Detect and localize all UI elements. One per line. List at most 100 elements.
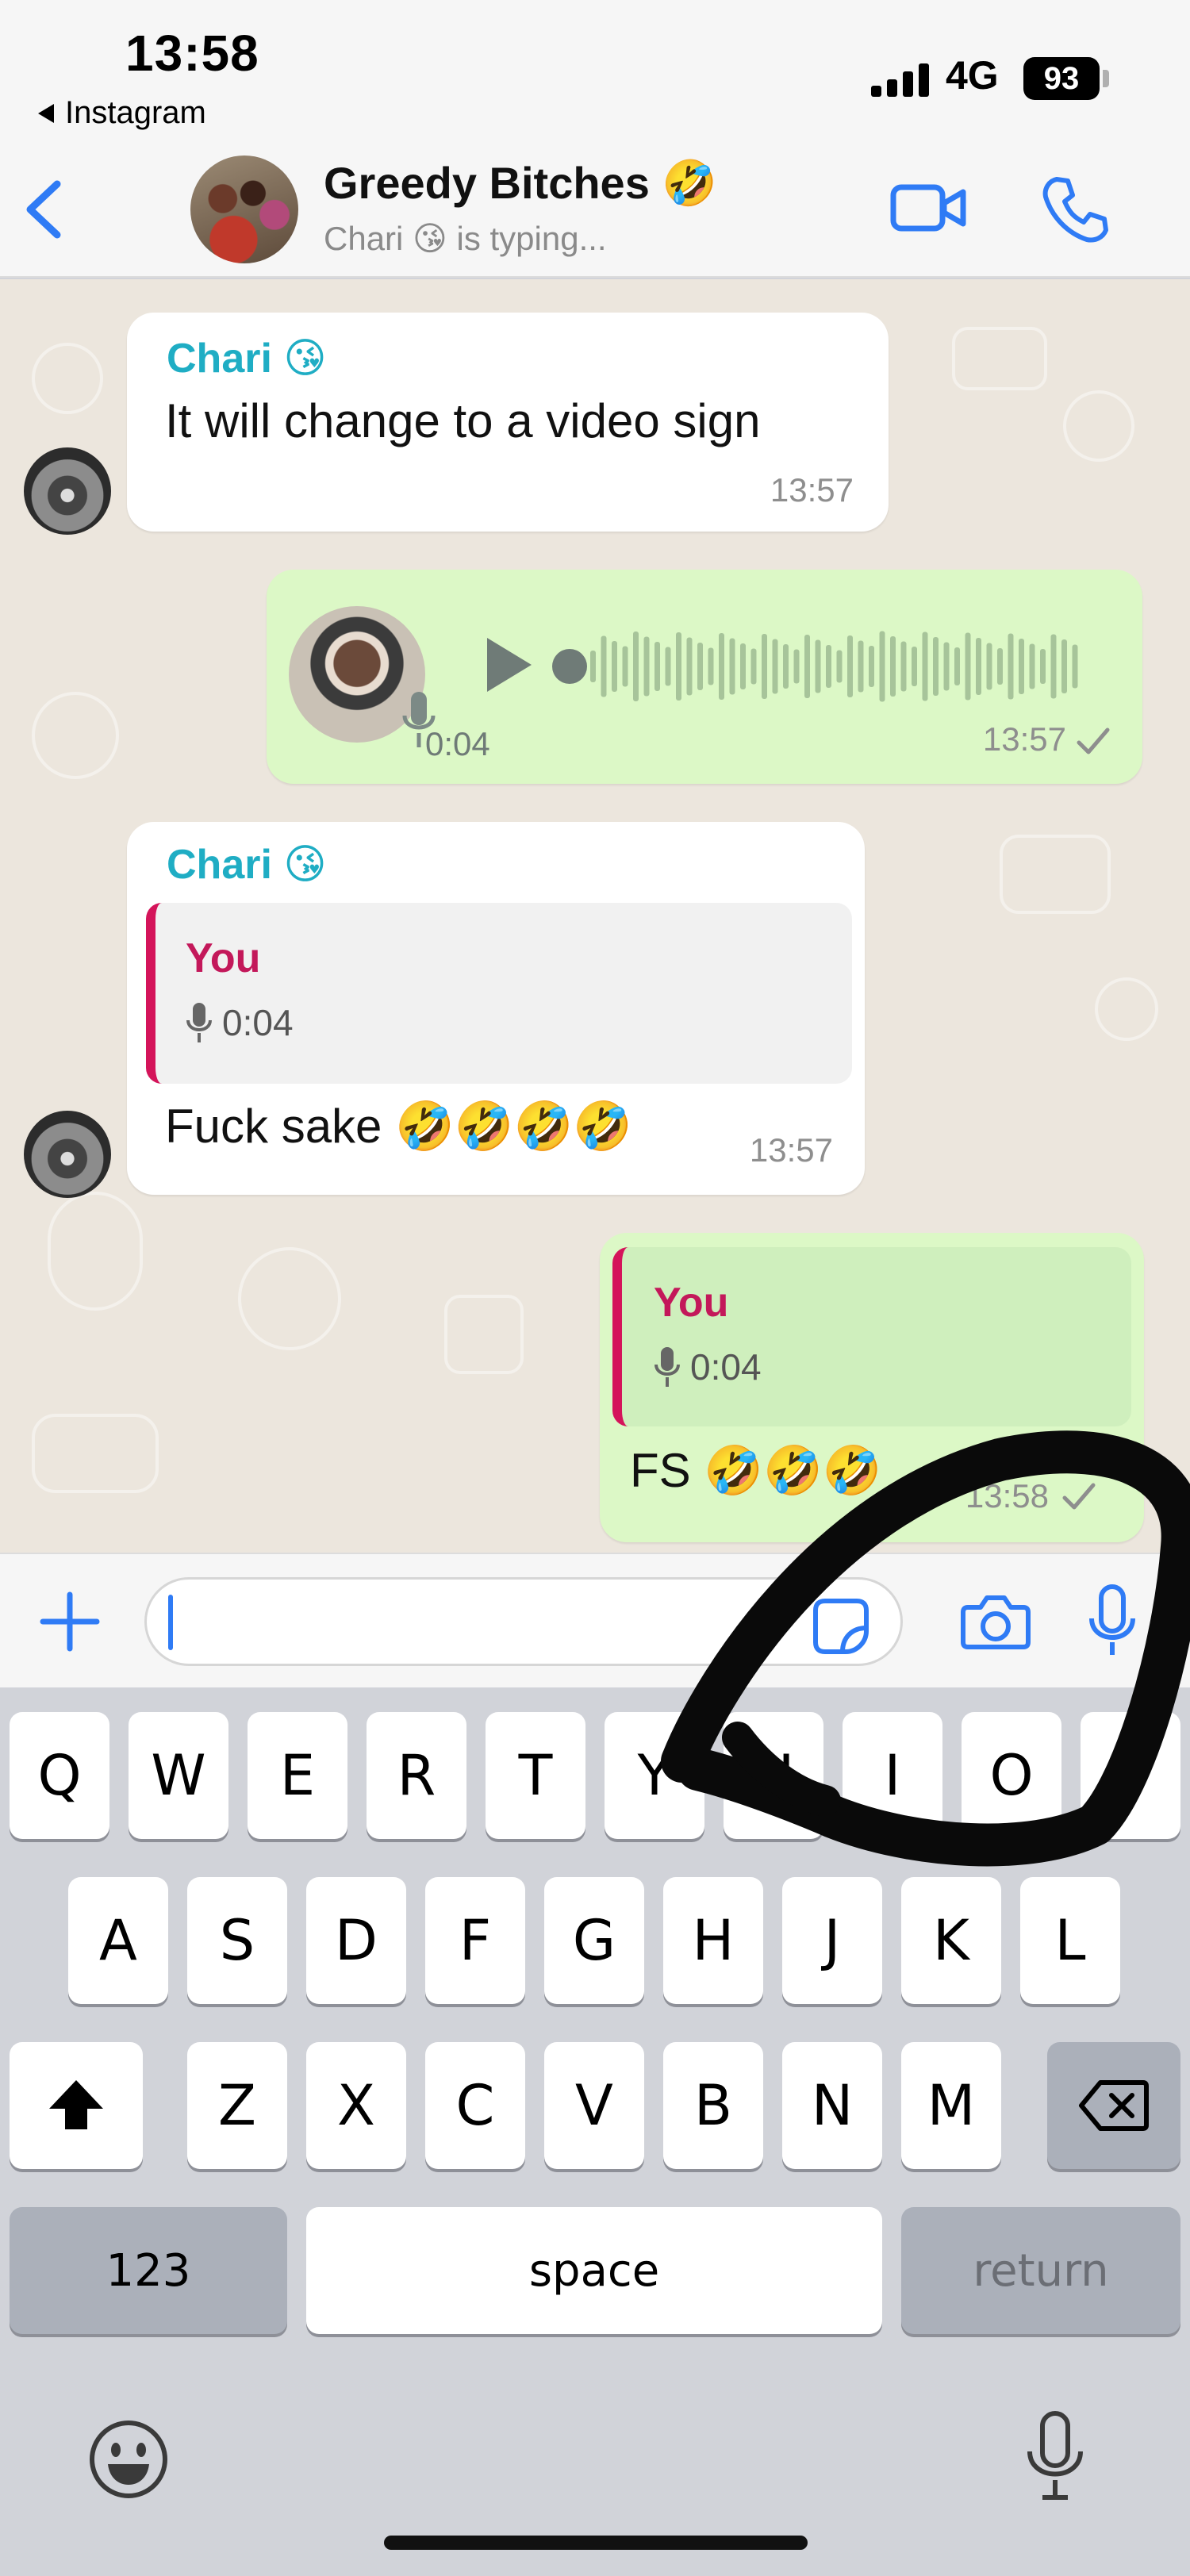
key-s[interactable]: S (187, 1877, 287, 2004)
key-k[interactable]: K (901, 1877, 1001, 2004)
waveform-bar (879, 631, 885, 702)
voice-waveform[interactable] (552, 619, 1107, 714)
key-t[interactable]: T (486, 1712, 585, 1839)
waveform-bar (729, 638, 735, 695)
backspace-icon (1079, 2080, 1149, 2131)
message-input[interactable] (144, 1577, 903, 1666)
key-n[interactable]: N (782, 2042, 882, 2169)
quoted-message[interactable]: You 0:04 (612, 1247, 1131, 1426)
shift-icon (49, 2080, 103, 2129)
group-title[interactable]: Greedy Bitches 🤣 (324, 157, 717, 209)
back-chevron-icon[interactable] (17, 178, 73, 241)
sticker-icon[interactable] (811, 1596, 871, 1657)
sender-avatar[interactable] (24, 447, 111, 535)
outgoing-voice-bubble[interactable]: 0:04 13:57 (267, 570, 1142, 784)
backspace-key[interactable] (1047, 2042, 1180, 2169)
key-w[interactable]: W (129, 1712, 228, 1839)
waveform-bar (633, 632, 639, 701)
typing-status: Chari 😘 is typing... (324, 220, 607, 257)
waveform-bar (762, 634, 767, 699)
key-z[interactable]: Z (187, 2042, 287, 2169)
key-a[interactable]: A (68, 1877, 168, 2004)
keyboard: Q W E R T Y U I O P A S D F G H J K L Z … (0, 1688, 1190, 2576)
waveform-bar (612, 641, 617, 692)
back-triangle-icon (38, 103, 54, 123)
quoted-message[interactable]: You 0:04 (146, 903, 852, 1084)
wallpaper-doodle (32, 692, 119, 779)
home-indicator[interactable] (384, 2536, 808, 2550)
space-key[interactable]: space (306, 2207, 882, 2334)
voice-duration: 0:04 (425, 725, 490, 762)
incoming-reply-bubble[interactable]: Chari 😘 You 0:04 Fuck sake 🤣🤣🤣🤣 13:57 (127, 822, 865, 1195)
waveform-bar (665, 647, 671, 686)
key-h[interactable]: H (663, 1877, 763, 2004)
incoming-message-bubble[interactable]: Chari 😘 It will change to a video sign 1… (127, 313, 889, 532)
key-x[interactable]: X (306, 2042, 406, 2169)
back-app-label: Instagram (65, 95, 206, 130)
text-cursor (168, 1595, 173, 1650)
waveform-bar (708, 647, 714, 685)
waveform-bar (943, 642, 950, 691)
key-y[interactable]: Y (605, 1712, 704, 1839)
sender-name[interactable]: Chari 😘 (167, 335, 327, 382)
waveform-bar (986, 643, 992, 690)
key-r[interactable]: R (367, 1712, 466, 1839)
mic-icon (186, 1003, 212, 1042)
dictation-icon[interactable] (1023, 2409, 1087, 2504)
outgoing-reply-bubble[interactable]: You 0:04 FS 🤣🤣🤣 13:58 (600, 1233, 1144, 1542)
numbers-key[interactable]: 123 (10, 2207, 287, 2334)
wallpaper-doodle (444, 1295, 524, 1374)
quoted-sender: You (654, 1280, 729, 1326)
message-time: 13:57 (770, 471, 854, 509)
waveform-bar (601, 635, 607, 697)
group-avatar[interactable] (190, 155, 298, 263)
signal-strength-icon (871, 62, 931, 97)
waveform-bar (1050, 634, 1057, 699)
key-l[interactable]: L (1020, 1877, 1120, 2004)
waveform-bar (815, 639, 821, 693)
key-e[interactable]: E (248, 1712, 347, 1839)
plus-icon[interactable] (38, 1590, 102, 1653)
quoted-voice: 0:04 (654, 1346, 762, 1388)
key-b[interactable]: B (663, 2042, 763, 2169)
shift-key[interactable] (10, 2042, 143, 2169)
key-c[interactable]: C (425, 2042, 525, 2169)
key-d[interactable]: D (306, 1877, 406, 2004)
message-time: 13:57 (982, 720, 1066, 758)
camera-icon[interactable] (960, 1590, 1031, 1653)
waveform-bar (976, 638, 981, 695)
wallpaper-doodle (238, 1247, 341, 1350)
back-to-app-link[interactable]: Instagram (38, 95, 206, 131)
key-p[interactable]: P (1081, 1712, 1180, 1839)
status-time: 13:58 (125, 25, 259, 82)
key-j[interactable]: J (782, 1877, 882, 2004)
key-i[interactable]: I (843, 1712, 942, 1839)
space-key-label: space (528, 2244, 660, 2297)
phone-icon[interactable] (1039, 173, 1111, 244)
message-list[interactable]: Chari 😘 It will change to a video sign 1… (0, 279, 1190, 1553)
key-v[interactable]: V (544, 2042, 644, 2169)
message-text: It will change to a video sign (165, 394, 761, 447)
message-text: FS 🤣🤣🤣 (630, 1444, 882, 1497)
waveform-bar (954, 647, 960, 685)
return-key[interactable]: return (901, 2207, 1180, 2334)
key-q[interactable]: Q (10, 1712, 109, 1839)
waveform-bar (772, 639, 778, 694)
key-m[interactable]: M (901, 2042, 1001, 2169)
sender-avatar[interactable] (24, 1111, 111, 1198)
key-f[interactable]: F (425, 1877, 525, 2004)
key-u[interactable]: U (724, 1712, 823, 1839)
waveform-bar (933, 637, 939, 696)
waveform-bar (676, 632, 681, 701)
sent-check-icon (1077, 727, 1110, 754)
waveform-bar (1072, 644, 1078, 689)
waveform-bar (997, 648, 1003, 685)
key-o[interactable]: O (962, 1712, 1061, 1839)
play-icon[interactable] (481, 633, 536, 697)
key-g[interactable]: G (544, 1877, 644, 2004)
emoji-icon[interactable] (86, 2417, 171, 2502)
waveform-bar (922, 632, 928, 701)
mic-icon[interactable] (1087, 1584, 1138, 1658)
video-call-icon[interactable] (889, 176, 968, 240)
sender-name[interactable]: Chari 😘 (167, 841, 327, 889)
